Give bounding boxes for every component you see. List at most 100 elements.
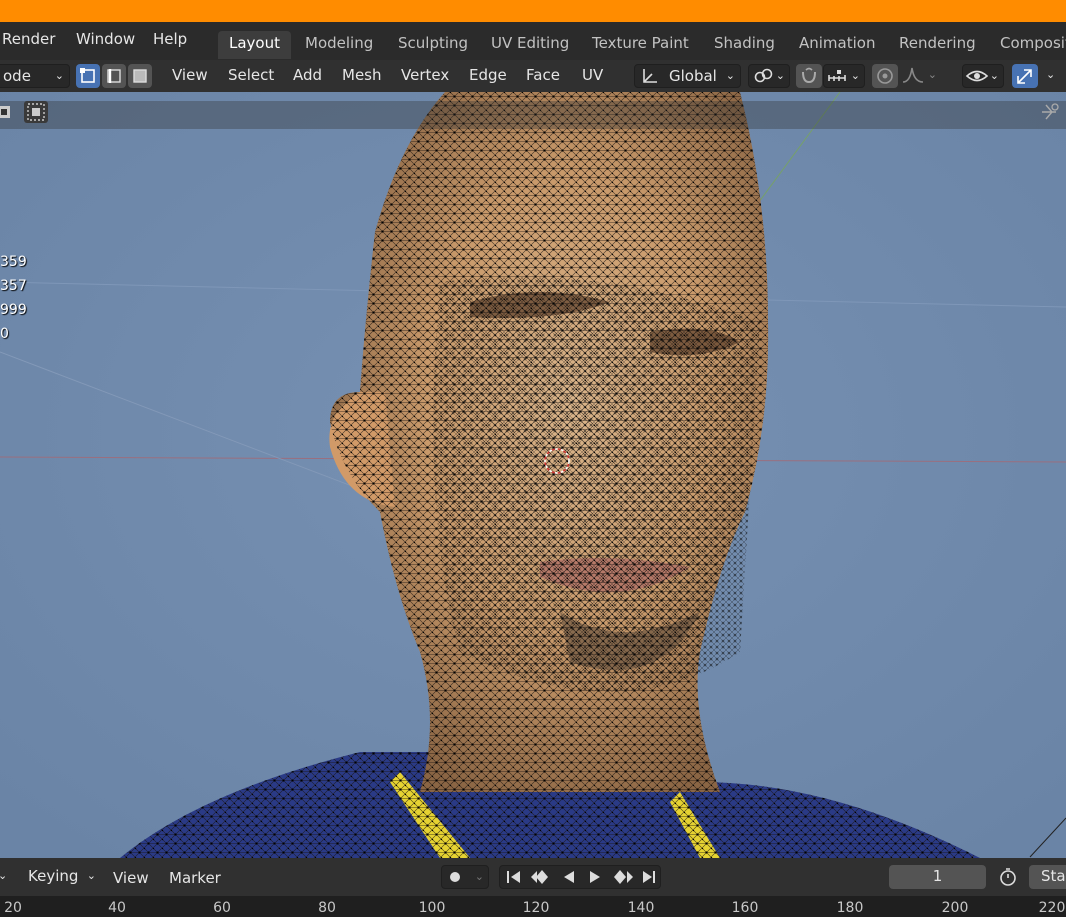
ruler-label: 100: [418, 900, 446, 916]
move-view-icon: [1042, 103, 1059, 120]
chevron-down-icon: ⌄: [850, 69, 860, 82]
select-box-button[interactable]: [24, 101, 48, 123]
play-reverse-icon[interactable]: [558, 866, 580, 888]
tab-animation[interactable]: Animation: [788, 31, 886, 59]
tab-layout[interactable]: Layout: [218, 31, 291, 59]
stats-faces: 999: [0, 302, 27, 318]
menu-add[interactable]: Add: [293, 66, 322, 84]
tab-compositing[interactable]: Composit: [989, 31, 1066, 59]
current-frame-value: 1: [932, 867, 943, 885]
pivot-link-icon: [754, 68, 773, 83]
3d-viewport[interactable]: 359 357 999 0: [0, 92, 1066, 858]
select-extend-icon: [0, 106, 10, 118]
edge-select-icon: [107, 69, 121, 83]
stats-edges: 357: [0, 278, 27, 294]
ruler-label: 200: [941, 900, 969, 916]
play-icon[interactable]: [584, 866, 606, 888]
menu-select[interactable]: Select: [228, 66, 274, 84]
orientation-label: Global: [669, 67, 717, 85]
jump-to-keyframe-icon[interactable]: [528, 866, 556, 888]
snap-toggle-button[interactable]: [796, 64, 822, 88]
playback-controls: [499, 865, 661, 889]
mode-label: ode: [3, 67, 31, 85]
start-frame-field[interactable]: Sta: [1029, 865, 1066, 889]
top-accent-bar: [0, 0, 1066, 22]
menu-help[interactable]: Help: [153, 30, 187, 48]
tool-header: [0, 101, 1066, 129]
tab-rendering[interactable]: Rendering: [888, 31, 987, 59]
ruler-label: 20: [4, 900, 22, 916]
tab-uv-editing[interactable]: UV Editing: [480, 31, 580, 59]
chevron-down-icon: ⌄: [474, 870, 484, 883]
proportional-circle-icon: [877, 68, 893, 84]
viewport-header: ode ⌄ View Select Add Mesh Vertex Edge F…: [0, 60, 1066, 92]
menu-vertex[interactable]: Vertex: [401, 66, 449, 84]
menu-edge[interactable]: Edge: [469, 66, 507, 84]
gizmo-arrows-icon: [1017, 69, 1032, 84]
menu-uv[interactable]: UV: [582, 66, 603, 84]
gizmo-dropdown[interactable]: ⌄: [1040, 64, 1062, 88]
viewport-canvas[interactable]: [0, 92, 1066, 858]
timeline-header: ⌄ Keying ⌄ View Marker ⌄ 1 Sta: [0, 858, 1066, 896]
vertex-select-icon: [80, 68, 95, 83]
ruler-label: 180: [836, 900, 864, 916]
current-frame-field[interactable]: 1: [889, 865, 986, 889]
visibility-dropdown[interactable]: ⌄: [962, 64, 1004, 88]
select-box-icon: [27, 103, 45, 121]
snap-increment-icon: [828, 70, 846, 81]
magnet-icon: [802, 67, 816, 84]
tab-texture-paint[interactable]: Texture Paint: [581, 31, 700, 59]
chevron-down-icon: ⌄: [927, 68, 937, 81]
top-menu-bar: Render Window Help Layout Modeling Sculp…: [0, 22, 1066, 60]
ruler-label: 40: [108, 900, 126, 916]
tab-sculpting[interactable]: Sculpting: [387, 31, 479, 59]
record-dot-icon: [450, 872, 460, 882]
transform-orientation-dropdown[interactable]: Global ⌄: [634, 64, 741, 88]
timeline-frame-ruler[interactable]: 20 40 60 80 100 120 140 160 180 200 220: [0, 896, 1066, 917]
chevron-down-icon: ⌄: [0, 869, 8, 882]
timeline-menu-marker[interactable]: Marker: [169, 869, 221, 887]
gizmo-toggle-button[interactable]: [1012, 64, 1038, 88]
edge-select-button[interactable]: [102, 64, 126, 88]
editor-type-dropdown[interactable]: ⌄: [0, 865, 14, 889]
stats-vertices: 359: [0, 254, 27, 270]
viewport-overlay-button[interactable]: [1038, 101, 1062, 123]
jump-to-next-keyframe-icon[interactable]: [608, 866, 636, 888]
stats-triangles: 0: [0, 326, 9, 342]
mode-dropdown[interactable]: ode ⌄: [0, 64, 70, 88]
menu-face[interactable]: Face: [526, 66, 560, 84]
tab-shading[interactable]: Shading: [703, 31, 786, 59]
ruler-label: 60: [213, 900, 231, 916]
menu-window[interactable]: Window: [76, 30, 135, 48]
pivot-point-dropdown[interactable]: ⌄: [748, 64, 790, 88]
chevron-down-icon: ⌄: [989, 69, 999, 82]
menu-render[interactable]: Render: [2, 30, 55, 48]
chevron-down-icon: ⌄: [86, 869, 96, 882]
ruler-label: 140: [627, 900, 655, 916]
tab-modeling[interactable]: Modeling: [294, 31, 384, 59]
auto-keying-button[interactable]: ⌄: [441, 865, 489, 889]
chevron-down-icon: ⌄: [775, 69, 785, 82]
chevron-down-icon: ⌄: [725, 69, 735, 82]
ruler-label: 160: [731, 900, 759, 916]
jump-to-start-icon[interactable]: [502, 866, 526, 888]
proportional-edit-button[interactable]: [872, 64, 898, 88]
use-preview-range-button[interactable]: [995, 865, 1021, 889]
face-select-button[interactable]: [128, 64, 152, 88]
falloff-dropdown[interactable]: ⌄: [899, 64, 941, 88]
timeline-menu-view[interactable]: View: [113, 869, 149, 887]
menu-mesh[interactable]: Mesh: [342, 66, 382, 84]
menu-view[interactable]: View: [172, 66, 208, 84]
jump-to-end-icon[interactable]: [638, 866, 660, 888]
snap-target-dropdown[interactable]: ⌄: [823, 64, 865, 88]
keying-label: Keying: [28, 867, 79, 885]
ruler-label: 220: [1038, 900, 1066, 916]
select-mode-button[interactable]: [0, 101, 22, 123]
chevron-down-icon: ⌄: [1046, 68, 1056, 81]
keying-dropdown[interactable]: Keying ⌄: [18, 865, 100, 889]
vertex-select-button[interactable]: [76, 64, 100, 88]
face-select-icon: [133, 69, 147, 83]
orientation-axes-icon: [643, 69, 657, 83]
chevron-down-icon: ⌄: [54, 69, 64, 82]
ruler-label: 80: [318, 900, 336, 916]
